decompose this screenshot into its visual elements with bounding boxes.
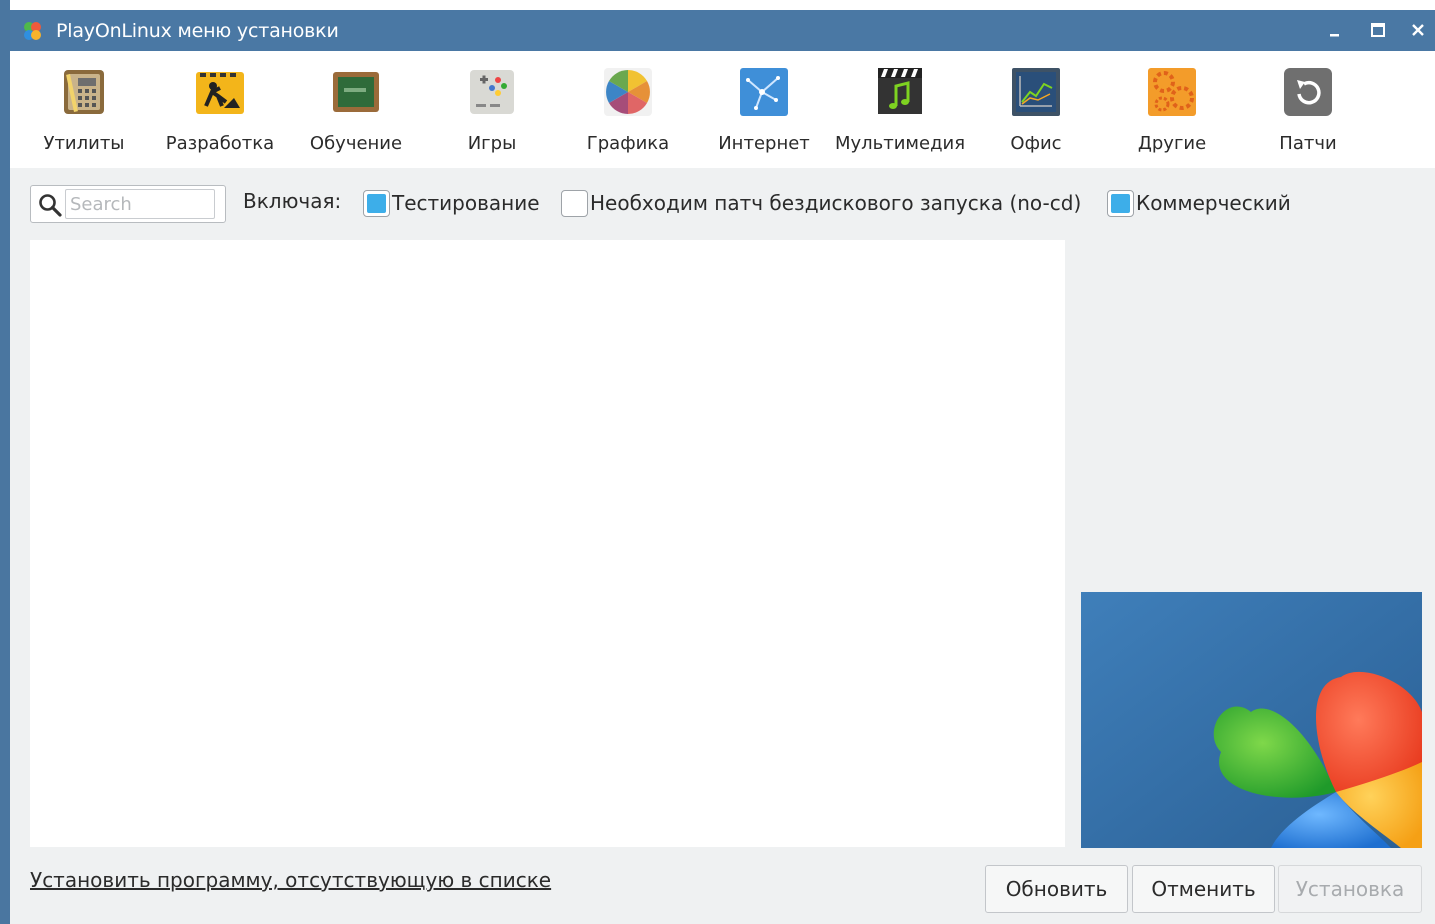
filter-bar: Включая: Тестирование Необходим патч без… (10, 168, 1435, 240)
utilities-icon (64, 70, 104, 114)
search-box[interactable] (30, 185, 226, 223)
category-label: Интернет (718, 133, 810, 154)
category-label: Графика (586, 133, 670, 154)
games-icon (470, 70, 514, 114)
install-button[interactable]: Установка (1278, 865, 1422, 913)
nocd-checkbox-label: Необходим патч бездискового запуска (no-… (590, 191, 1082, 215)
minimize-icon (1330, 34, 1339, 37)
cancel-button[interactable]: Отменить (1132, 865, 1275, 913)
office-icon (1012, 68, 1060, 116)
category-label: Разработка (165, 133, 275, 154)
category-development[interactable]: Разработка (152, 51, 288, 168)
category-graphics[interactable]: Графика (560, 51, 696, 168)
category-other[interactable]: Другие (1104, 51, 1240, 168)
category-label: Обучение (309, 133, 403, 154)
playonlinux-logo-icon (24, 21, 41, 40)
education-icon (333, 72, 379, 112)
maximize-icon (1371, 23, 1385, 37)
applications-list[interactable] (30, 240, 1065, 847)
playonlinux-preview-image (1081, 592, 1422, 848)
nocd-checkbox-row[interactable]: Необходим патч бездискового запуска (no-… (561, 188, 1081, 218)
maximize-button[interactable] (1366, 18, 1390, 42)
title-bar[interactable]: PlayOnLinux меню установки (10, 10, 1435, 51)
installer-window: PlayOnLinux меню установки Утилиты Разра… (0, 0, 1435, 924)
category-label: Патчи (1279, 133, 1337, 154)
multimedia-icon (878, 68, 922, 114)
category-internet[interactable]: Интернет (696, 51, 832, 168)
commercial-checkbox-row[interactable]: Коммерческий (1107, 188, 1291, 218)
internet-icon (740, 68, 788, 116)
install-unlisted-program-link[interactable]: Установить программу, отсутствующую в сп… (30, 868, 551, 892)
patches-icon (1284, 68, 1332, 116)
category-label: Утилиты (43, 133, 125, 154)
development-icon (196, 72, 244, 114)
category-utilities[interactable]: Утилиты (16, 51, 152, 168)
graphics-icon (604, 68, 652, 116)
testing-checkbox-label: Тестирование (392, 191, 540, 215)
category-games[interactable]: Игры (424, 51, 560, 168)
nocd-checkbox[interactable] (561, 189, 588, 217)
minimize-button[interactable] (1323, 18, 1347, 42)
category-label: Офис (1010, 133, 1062, 154)
category-label: Мультимедия (834, 133, 966, 154)
window-title: PlayOnLinux меню установки (56, 19, 339, 42)
close-button[interactable] (1406, 18, 1430, 42)
category-multimedia[interactable]: Мультимедия (832, 51, 968, 168)
refresh-button[interactable]: Обновить (985, 865, 1128, 913)
category-label: Другие (1137, 133, 1207, 154)
checkbox-checked-mark (1111, 193, 1130, 213)
commercial-checkbox[interactable] (1107, 189, 1134, 217)
search-input[interactable] (65, 189, 215, 219)
category-office[interactable]: Офис (968, 51, 1104, 168)
close-icon (1412, 24, 1424, 36)
category-label: Игры (467, 133, 517, 154)
other-icon (1148, 68, 1196, 116)
checkbox-checked-mark (367, 193, 386, 213)
testing-checkbox[interactable] (363, 189, 390, 217)
commercial-checkbox-label: Коммерческий (1136, 191, 1291, 215)
testing-checkbox-row[interactable]: Тестирование (363, 188, 540, 218)
including-label: Включая: (243, 189, 342, 213)
category-education[interactable]: Обучение (288, 51, 424, 168)
category-patches[interactable]: Патчи (1240, 51, 1376, 168)
search-icon (39, 194, 62, 217)
category-toolbar: Утилиты Разработка Обучение Игры Графика… (10, 51, 1435, 168)
